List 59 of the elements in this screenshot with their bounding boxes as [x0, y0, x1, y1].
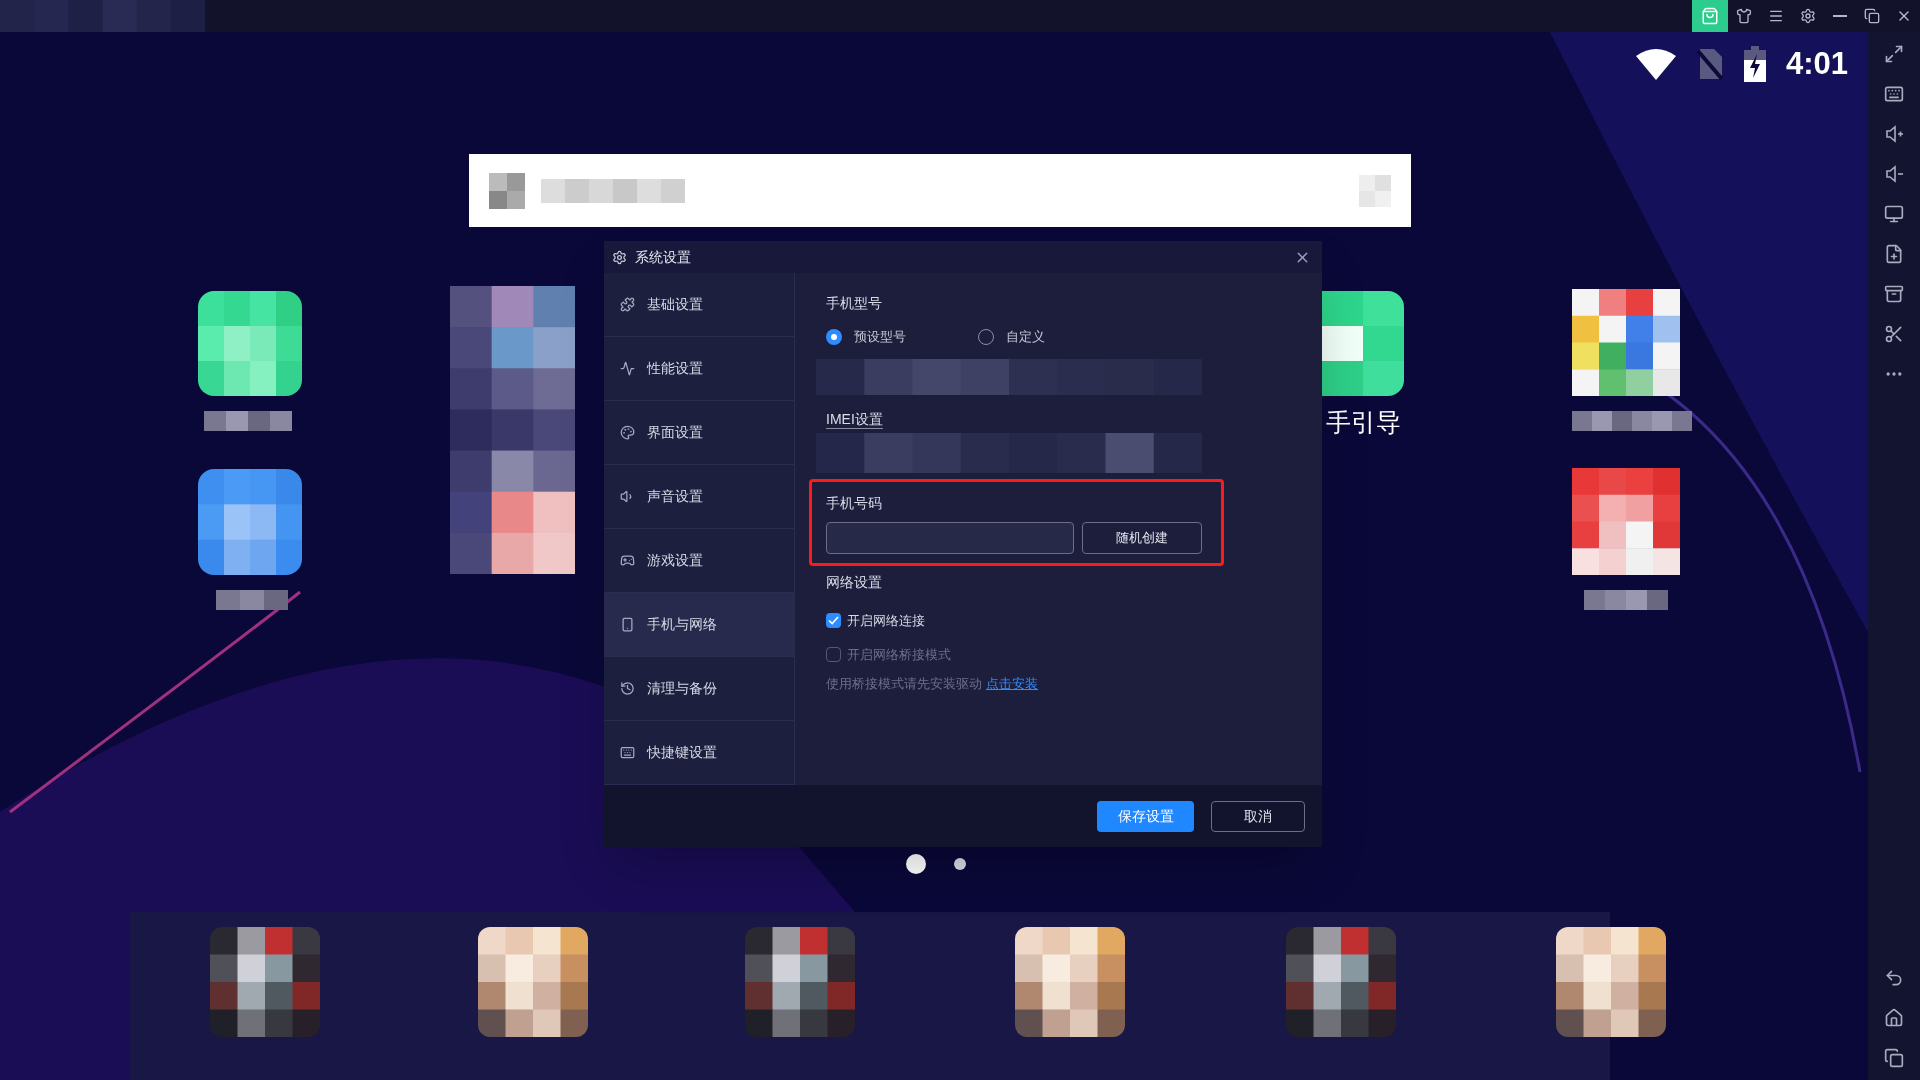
gamepad-icon [620, 553, 635, 568]
volume-up-icon[interactable] [1884, 124, 1904, 144]
history-icon [620, 681, 635, 696]
app-icon[interactable] [745, 927, 855, 1037]
dialog-title: 系统设置 [635, 247, 691, 267]
recent-apps-icon[interactable] [1884, 1048, 1904, 1068]
sidebar-item[interactable]: 手机与网络 [604, 593, 794, 657]
app-icon[interactable] [478, 927, 588, 1037]
back-icon[interactable] [1884, 968, 1904, 988]
section-heading: 手机号码 [826, 494, 883, 513]
volume-down-icon[interactable] [1884, 164, 1904, 184]
no-sim-icon [1695, 47, 1724, 81]
archive-icon[interactable] [1884, 284, 1904, 304]
keyboard-icon [620, 745, 635, 760]
random-create-button[interactable]: 随机创建 [1082, 522, 1202, 554]
shirt-icon [1736, 8, 1752, 24]
palette-icon [620, 425, 635, 440]
blurred-label [216, 590, 288, 610]
phone-icon [620, 617, 635, 632]
minimize-icon [1833, 15, 1847, 17]
checkbox-option[interactable]: 开启网络连接 [826, 611, 1322, 631]
scissors-icon[interactable] [1884, 324, 1904, 344]
keyboard-icon[interactable] [1884, 84, 1904, 104]
menu-icon [1768, 8, 1784, 24]
app-icon[interactable] [198, 469, 302, 575]
monitor-icon[interactable] [1884, 204, 1904, 224]
shopping-bag-icon [1701, 7, 1719, 25]
app-icon[interactable] [450, 286, 575, 574]
cancel-button[interactable]: 取消 [1211, 800, 1305, 832]
radio-button[interactable] [826, 328, 842, 345]
settings-icon [612, 249, 627, 265]
restore-icon [1864, 8, 1880, 24]
app-icon[interactable] [1556, 927, 1666, 1037]
app-icon[interactable] [1015, 927, 1125, 1037]
puzzle-icon [620, 297, 635, 312]
add-file-icon[interactable] [1884, 244, 1904, 264]
app-icon[interactable] [1286, 927, 1396, 1037]
radio-option[interactable]: 预设型号 [826, 327, 978, 347]
blurred-logo [489, 172, 525, 209]
clock: 4:01 [1785, 44, 1848, 83]
battery-charging-icon [1743, 46, 1766, 82]
radio-option[interactable]: 自定义 [978, 327, 1130, 347]
home-icon[interactable] [1884, 1008, 1904, 1028]
save-button[interactable]: 保存设置 [1097, 800, 1194, 832]
checkmark-icon [828, 615, 839, 627]
pulse-icon [620, 361, 635, 376]
phone-number-field[interactable] [826, 522, 1074, 554]
wifi-icon [1635, 48, 1676, 80]
checkbox[interactable] [826, 613, 841, 629]
section-heading: 手机型号 [826, 294, 883, 313]
app-icon[interactable] [210, 927, 320, 1037]
app-label: 手引导 [1326, 407, 1401, 438]
settings-icon [1800, 8, 1816, 24]
fullscreen-icon[interactable] [1884, 44, 1904, 64]
install-link[interactable]: 点击安装 [986, 674, 1038, 694]
hint-text: 使用桥接模式请先安装驱动 [826, 675, 982, 693]
blurred-mic [1359, 174, 1391, 207]
section-heading: 网络设置 [826, 573, 883, 592]
section-heading: IMEI设置 [826, 410, 883, 429]
